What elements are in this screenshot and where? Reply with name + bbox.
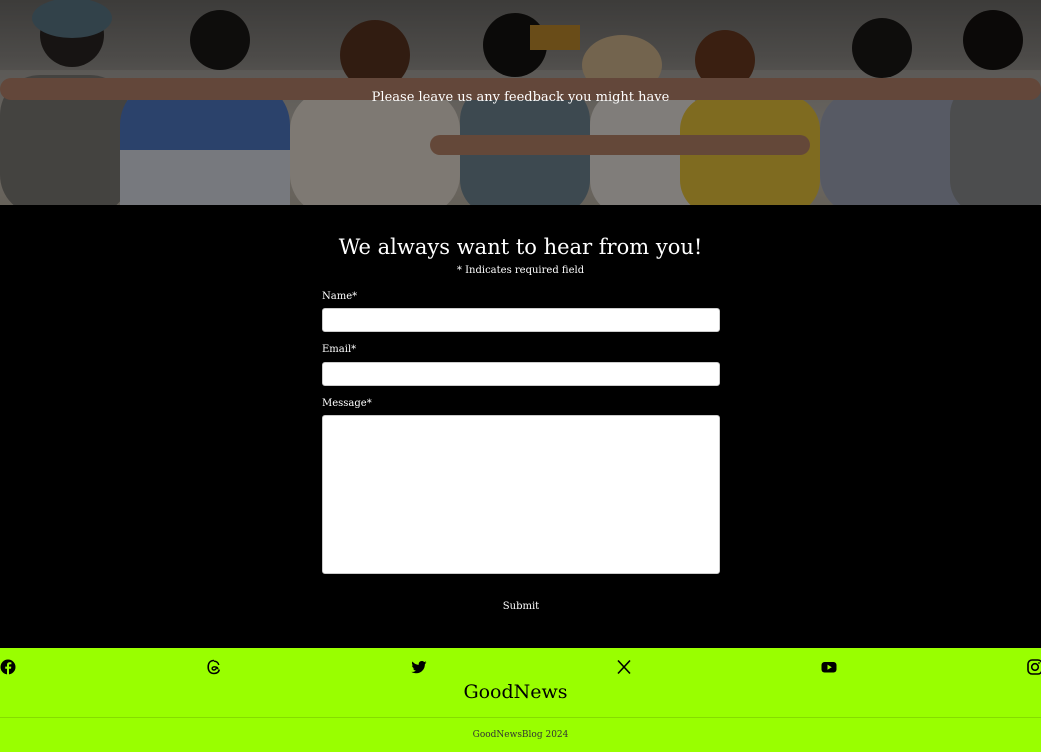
facebook-icon[interactable] bbox=[0, 659, 16, 675]
instagram-icon[interactable] bbox=[1027, 659, 1041, 675]
email-label: Email* bbox=[322, 344, 357, 355]
name-field[interactable] bbox=[322, 308, 720, 332]
threads-icon[interactable] bbox=[206, 659, 222, 675]
site-footer: GoodNews GoodNewsBlog 2024 bbox=[0, 648, 1041, 752]
footer-divider bbox=[0, 717, 1041, 718]
hero-tagline: Please leave us any feedback you might h… bbox=[371, 90, 670, 105]
hero-banner: Please leave us any feedback you might h… bbox=[0, 0, 1041, 205]
message-label: Message* bbox=[322, 398, 372, 409]
feedback-form-section: We always want to hear from you! * Indic… bbox=[0, 205, 1041, 648]
footer-copyright: GoodNewsBlog 2024 bbox=[472, 730, 569, 740]
form-heading: We always want to hear from you! bbox=[338, 235, 703, 259]
submit-button[interactable]: Submit bbox=[480, 596, 562, 616]
youtube-icon[interactable] bbox=[821, 659, 837, 675]
footer-brand[interactable]: GoodNews bbox=[0, 681, 1031, 703]
message-field[interactable] bbox=[322, 415, 720, 574]
x-icon[interactable] bbox=[616, 659, 632, 675]
required-field-note: * Indicates required field bbox=[456, 265, 585, 276]
twitter-icon[interactable] bbox=[411, 659, 427, 675]
email-field[interactable] bbox=[322, 362, 720, 386]
name-label: Name* bbox=[322, 291, 358, 302]
